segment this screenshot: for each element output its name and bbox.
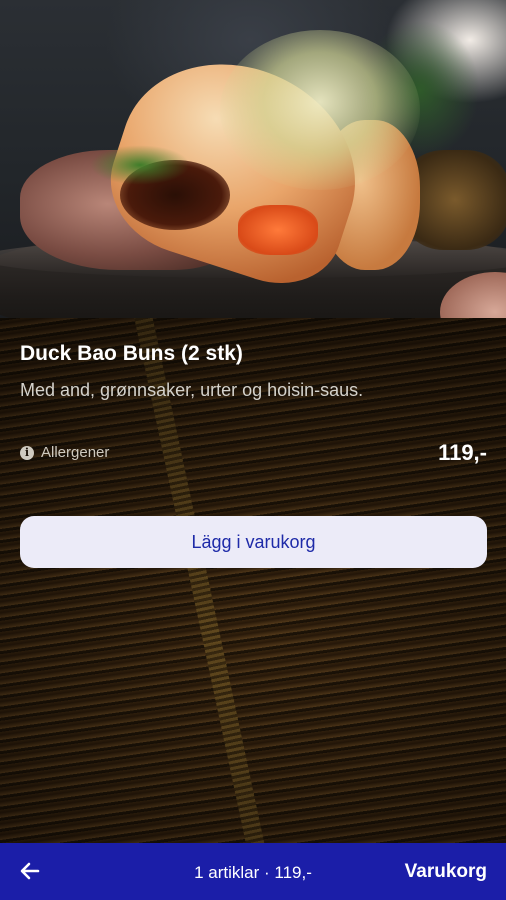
product-description: Med and, grønnsaker, urter og hoisin-sau… [20,380,364,400]
product-image [0,0,506,318]
carrot [238,205,318,255]
arrow-left-icon[interactable] [18,859,42,883]
chives [90,145,190,185]
sprouts [220,30,420,190]
add-to-cart-button[interactable]: Lägg i varukorg [20,516,487,568]
product-title: Duck Bao Buns (2 stk) [20,342,243,365]
info-icon: i [20,445,34,460]
cart-bar: 1 artiklar · 119,- Varukorg [0,843,506,900]
allergen-label: Allergener [41,444,110,461]
product-details: Duck Bao Buns (2 stk) Med and, grønnsake… [0,318,506,588]
cart-button[interactable]: Varukorg [405,861,487,883]
product-price: 119,- [438,440,487,465]
allergen-link[interactable]: i Allergener [20,444,109,461]
